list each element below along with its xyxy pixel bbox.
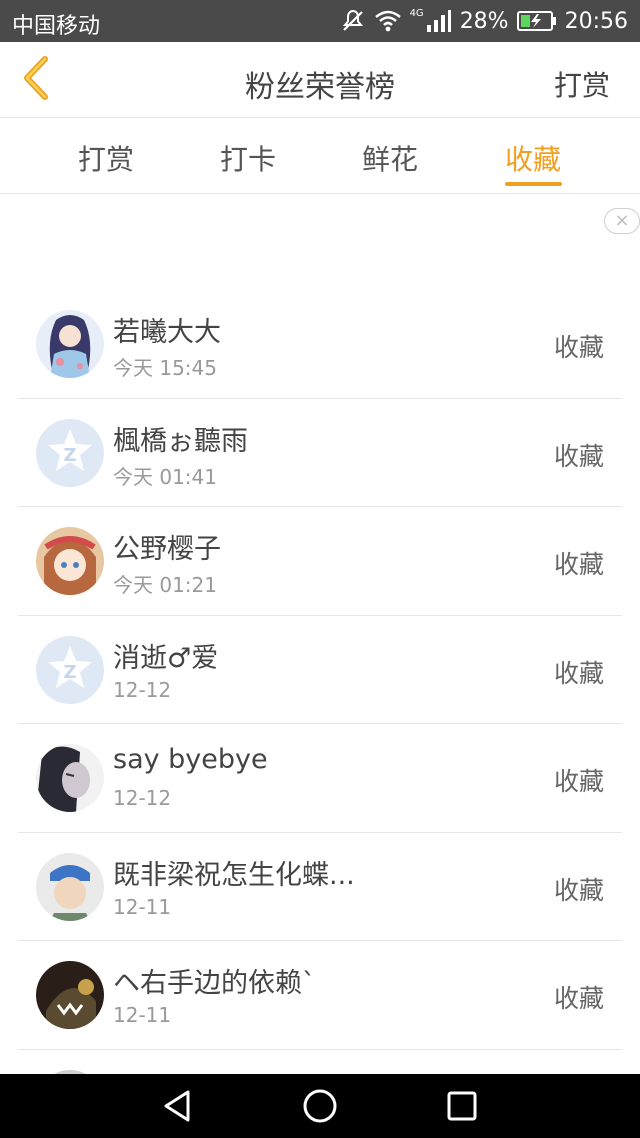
page-title: 粉丝荣誉榜 [245,70,395,105]
signal-icon [426,9,452,33]
tab-bar: 打赏 打卡 鲜花 收藏 [0,118,640,194]
avatar [36,310,104,378]
status-bar: 中国移动 4G 28% 20:56 [0,0,640,42]
active-tab-indicator [505,182,562,186]
tab-checkin[interactable]: 打卡 [198,138,298,178]
list-item[interactable]: 既非梁祝怎生化蝶... 12-11 收藏 [18,833,622,941]
network-type: 4G [409,7,424,19]
fan-time: 12-11 [113,894,172,919]
fan-time: 今天 01:41 [113,464,217,489]
action-label: 收藏 [553,333,604,362]
mute-icon [340,8,366,34]
fan-time: 12-12 [113,677,172,702]
action-label: 收藏 [553,658,604,688]
recents-square-icon[interactable] [442,1086,482,1126]
fan-list: 若曦大大 今天 15:45 收藏 Z 楓橋ぉ聽雨 今天 01:41 收藏 公野樱… [18,290,622,1138]
fan-time: 今天 15:45 [113,356,217,380]
battery-charging-icon [516,10,557,32]
carrier-name: 中国移动 [12,14,101,39]
fan-name: 公野樱子 [113,534,221,565]
close-icon: × [614,210,630,231]
avatar: Z [36,418,104,487]
fan-time: 今天 01:21 [113,573,217,597]
ad-close-button[interactable]: × [604,208,640,234]
back-triangle-icon[interactable] [158,1086,198,1126]
fan-name: say byebye [113,744,268,775]
list-item[interactable]: Z 消逝♂爱 12-12 收藏 [18,616,622,724]
fan-name: 若曦大大 [113,317,221,348]
list-item[interactable]: Z 楓橋ぉ聽雨 今天 01:41 收藏 [18,399,622,507]
list-item[interactable]: 公野樱子 今天 01:21 收藏 [18,507,622,616]
svg-text:Z: Z [63,445,76,466]
action-label: 收藏 [553,875,604,905]
list-item[interactable]: 若曦大大 今天 15:45 收藏 [18,290,622,399]
reward-button[interactable]: 打赏 [554,64,610,104]
clock: 20:56 [564,8,628,34]
fan-name: 既非梁祝怎生化蝶... [113,859,355,891]
app-header: 粉丝荣誉榜 打赏 [0,42,640,118]
home-circle-icon[interactable] [300,1086,340,1126]
tab-reward[interactable]: 打赏 [56,138,156,178]
action-label: 收藏 [553,441,604,471]
fan-name: 消逝♂爱 [113,642,219,674]
fan-name: 楓橋ぉ聽雨 [113,425,248,457]
avatar [36,744,104,812]
status-icons: 4G 28% 20:56 [340,8,628,34]
avatar [36,852,104,921]
list-item[interactable]: ヘ右手边的依赖ˋ 12-11 收藏 [18,941,622,1050]
action-label: 收藏 [553,550,604,579]
fan-name: ヘ右手边的依赖ˋ [113,968,316,999]
avatar [36,961,104,1029]
action-label: 收藏 [553,984,604,1013]
avatar: Z [36,635,104,704]
fan-time: 12-12 [113,786,172,810]
svg-text:Z: Z [63,662,76,683]
avatar [36,527,104,595]
wifi-icon [374,9,402,33]
list-item[interactable]: say byebye 12-12 收藏 [18,724,622,833]
battery-percent: 28% [459,8,509,34]
tab-flowers[interactable]: 鲜花 [340,138,440,178]
action-label: 收藏 [553,767,604,796]
fan-time: 12-11 [113,1003,172,1027]
tab-collect[interactable]: 收藏 [483,138,583,178]
system-nav-bar [0,1074,640,1138]
